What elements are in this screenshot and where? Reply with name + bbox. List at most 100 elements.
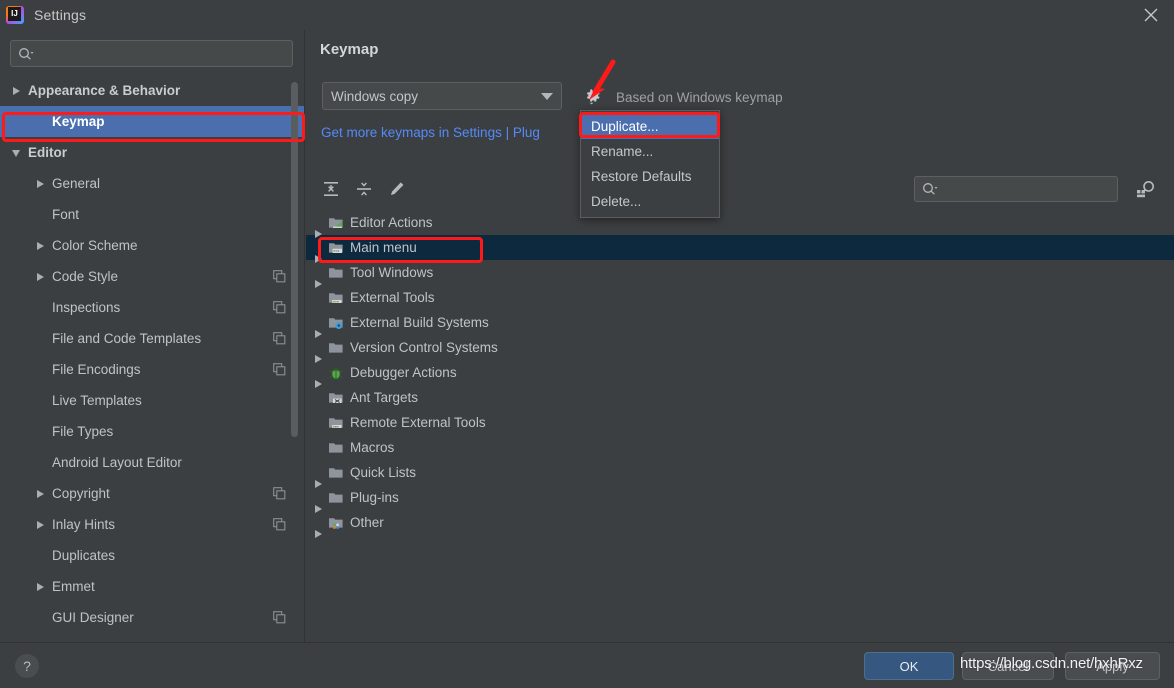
- sidebar-search-input[interactable]: [38, 45, 285, 62]
- copy-settings-icon: [273, 301, 286, 314]
- keymap-context-menu: Duplicate... Rename... Restore Defaults Del…: [580, 110, 720, 218]
- sidebar-item-code-style[interactable]: Code Style: [0, 261, 304, 292]
- action-tree-row[interactable]: Macros: [306, 435, 1174, 460]
- sidebar-item-font[interactable]: Font: [0, 199, 304, 230]
- sidebar-item-file-types[interactable]: File Types: [0, 416, 304, 447]
- gear-icon[interactable]: [583, 86, 602, 105]
- sidebar-item-gui-designer[interactable]: GUI Designer: [0, 602, 304, 633]
- page-title: Keymap: [320, 41, 379, 58]
- action-tree-row[interactable]: External Tools: [306, 285, 1174, 310]
- collapse-all-icon[interactable]: [351, 176, 377, 202]
- sidebar-item-general[interactable]: General: [0, 168, 304, 199]
- action-tree-label: External Tools: [350, 290, 435, 305]
- sidebar-item-label: Inspections: [52, 300, 121, 315]
- help-button[interactable]: ?: [15, 654, 39, 678]
- folder-other-icon: [328, 515, 350, 531]
- action-tree-row[interactable]: Tool Windows: [306, 260, 1174, 288]
- find-by-shortcut-icon[interactable]: [1132, 176, 1160, 202]
- chevron-right-icon[interactable]: [34, 580, 48, 594]
- sidebar-item-label: GUI Designer: [52, 610, 134, 625]
- keymap-panel: Keymap Windows copy Based on Windows key…: [306, 30, 1174, 642]
- chevron-right-icon[interactable]: [34, 518, 48, 532]
- action-tree-label: Version Control Systems: [350, 340, 498, 355]
- sidebar-item-duplicates[interactable]: Duplicates: [0, 540, 304, 571]
- copy-settings-icon: [273, 270, 286, 283]
- sidebar-item-file-and-code-templates[interactable]: File and Code Templates: [0, 323, 304, 354]
- folder-icon: [328, 465, 350, 481]
- sidebar-item-editor[interactable]: Editor: [0, 137, 304, 168]
- folder-menu-icon: [328, 240, 350, 256]
- close-icon[interactable]: [1128, 0, 1174, 30]
- action-tree-label: Other: [350, 515, 384, 530]
- folder-icon: [328, 340, 350, 356]
- folder-tools-icon: [328, 290, 350, 306]
- chevron-right-icon[interactable]: [34, 487, 48, 501]
- chevron-down-icon[interactable]: [10, 146, 24, 160]
- intellij-idea-icon: [6, 6, 24, 24]
- action-tree-row[interactable]: External Build Systems: [306, 310, 1174, 338]
- edit-pencil-icon[interactable]: [384, 176, 410, 202]
- expand-all-icon[interactable]: [318, 176, 344, 202]
- sidebar-item-android-layout-editor[interactable]: Android Layout Editor: [0, 447, 304, 478]
- action-tree-label: Plug-ins: [350, 490, 399, 505]
- search-icon: [18, 47, 34, 61]
- chevron-right-icon[interactable]: [34, 270, 48, 284]
- sidebar-item-live-templates[interactable]: Live Templates: [0, 385, 304, 416]
- action-tree-label: Main menu: [350, 240, 417, 255]
- sidebar-item-label: Code Style: [52, 269, 119, 284]
- sidebar-item-inlay-hints[interactable]: Inlay Hints: [0, 509, 304, 540]
- chevron-right-icon[interactable]: [34, 177, 48, 191]
- window-title: Settings: [34, 7, 87, 23]
- copy-settings-icon: [273, 363, 286, 376]
- get-more-keymaps-link[interactable]: Get more keymaps in Settings | Plug: [321, 125, 540, 140]
- sidebar-item-label: Font: [52, 207, 80, 222]
- settings-sidebar: Appearance & Behavior Keymap Editor General…: [0, 30, 305, 642]
- action-tree-row[interactable]: Debugger Actions: [306, 360, 1174, 388]
- action-tree-label: Editor Actions: [350, 215, 433, 230]
- keymap-select[interactable]: Windows copy: [322, 82, 562, 110]
- folder-icon: [328, 440, 350, 456]
- chevron-right-icon[interactable]: [10, 84, 24, 98]
- keymap-toolbar: [306, 168, 1174, 210]
- sidebar-item-emmet[interactable]: Emmet: [0, 571, 304, 602]
- sidebar-search-box[interactable]: [10, 40, 293, 67]
- ok-button[interactable]: OK: [864, 652, 954, 680]
- context-menu-item-delete[interactable]: Delete...: [581, 189, 719, 214]
- chevron-right-icon[interactable]: [34, 239, 48, 253]
- sidebar-scrollbar-thumb[interactable]: [291, 82, 298, 437]
- action-tree-label: Quick Lists: [350, 465, 417, 480]
- action-tree-row[interactable]: Quick Lists: [306, 460, 1174, 488]
- keymap-search-input[interactable]: [942, 181, 1110, 197]
- context-menu-item-rename[interactable]: Rename...: [581, 139, 719, 164]
- watermark-text: https://blog.csdn.net/hxhRxz: [960, 655, 1143, 672]
- sidebar-item-color-scheme[interactable]: Color Scheme: [0, 230, 304, 261]
- sidebar-item-inspections[interactable]: Inspections: [0, 292, 304, 323]
- sidebar-item-copyright[interactable]: Copyright: [0, 478, 304, 509]
- action-tree-row[interactable]: Plug-ins: [306, 485, 1174, 513]
- action-tree-row[interactable]: Remote External Tools: [306, 410, 1174, 435]
- action-tree-row[interactable]: Main menu: [306, 235, 1174, 263]
- context-menu-item-restore-defaults[interactable]: Restore Defaults: [581, 164, 719, 189]
- keymap-search-box[interactable]: [914, 176, 1118, 202]
- action-tree-row[interactable]: Ant Targets: [306, 385, 1174, 410]
- sidebar-item-label: Duplicates: [52, 548, 116, 563]
- action-tree-row[interactable]: Editor Actions: [306, 210, 1174, 238]
- sidebar-item-appearance-behavior[interactable]: Appearance & Behavior: [0, 75, 304, 106]
- context-menu-item-duplicate[interactable]: Duplicate...: [581, 114, 719, 139]
- sidebar-item-label: General: [52, 176, 101, 191]
- folder-icon: [328, 490, 350, 506]
- title-bar: Settings: [0, 0, 1174, 30]
- action-tree-label: Debugger Actions: [350, 365, 457, 380]
- sidebar-item-file-encodings[interactable]: File Encodings: [0, 354, 304, 385]
- action-tree-row[interactable]: Version Control Systems: [306, 335, 1174, 363]
- sidebar-item-label: Appearance & Behavior: [28, 83, 181, 98]
- sidebar-item-keymap[interactable]: Keymap: [0, 106, 304, 137]
- sidebar-search-wrap: [0, 30, 304, 75]
- action-tree-row[interactable]: Other: [306, 510, 1174, 538]
